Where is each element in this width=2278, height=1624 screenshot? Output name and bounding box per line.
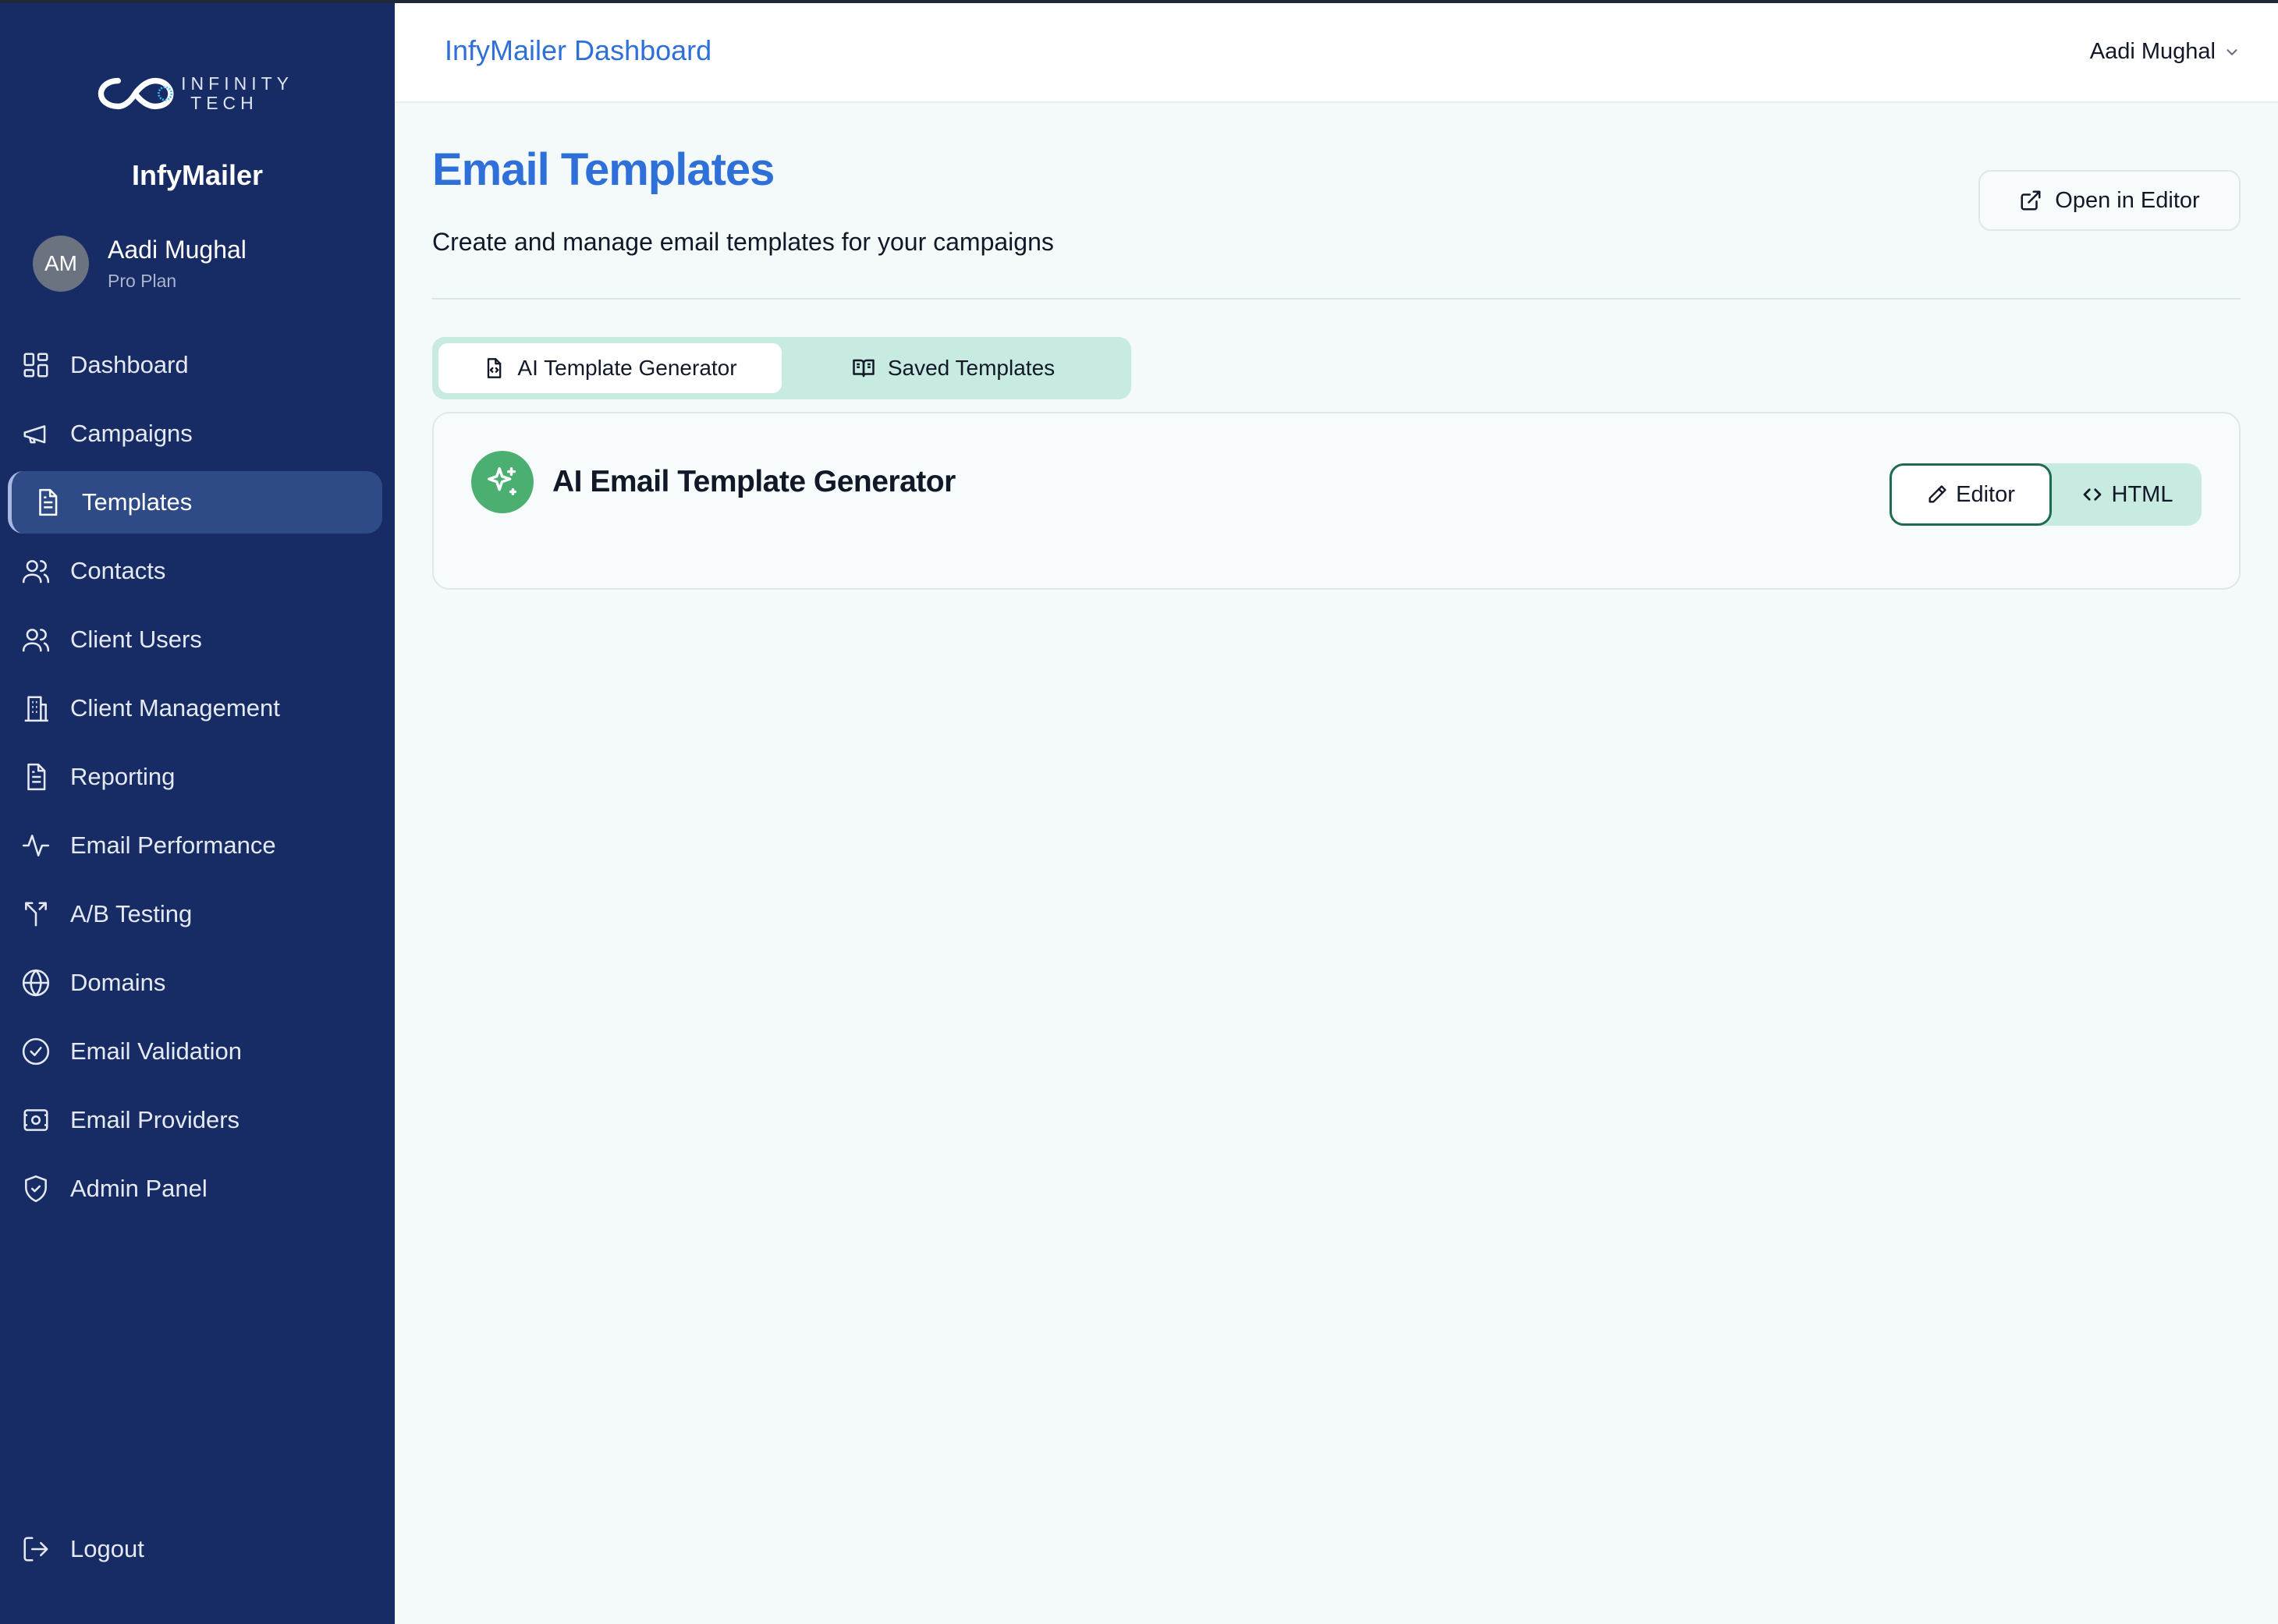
logo-text: INFINITY TECH	[181, 75, 293, 112]
activity-icon	[20, 830, 51, 861]
code-icon	[2083, 488, 2101, 501]
html-mode-button[interactable]: HTML	[2052, 463, 2202, 526]
section-divider	[432, 298, 2241, 300]
document-icon	[32, 487, 63, 518]
tab-saved-templates[interactable]: Saved Templates	[782, 343, 1125, 393]
sidebar-item-label: Dashboard	[70, 351, 189, 378]
editor-mode-label: Editor	[1956, 481, 2015, 507]
sidebar-nav: Dashboard Campaigns Templates Contacts C…	[0, 334, 395, 1226]
sidebar-item-label: Reporting	[70, 763, 176, 790]
sidebar-item-label: A/B Testing	[70, 900, 193, 927]
brand-logo[interactable]: INFINITY TECH	[97, 70, 293, 117]
file-code-icon	[488, 358, 502, 378]
sidebar-item-label: Contacts	[70, 557, 166, 584]
sidebar-item-reporting[interactable]: Reporting	[0, 746, 395, 808]
sidebar-item-label: Campaigns	[70, 420, 193, 447]
megaphone-icon	[20, 418, 51, 449]
tab-label: Saved Templates	[887, 356, 1056, 380]
sidebar-item-label: Email Validation	[70, 1037, 242, 1065]
header-user-name: Aadi Mughal	[2089, 39, 2216, 64]
logout-icon	[20, 1534, 51, 1565]
sidebar-item-label: Email Performance	[70, 832, 276, 859]
chevron-down-icon	[2227, 48, 2237, 55]
sidebar: INFINITY TECH InfyMailer AM Aadi Mughal …	[0, 3, 395, 1624]
ai-generator-card: AI Email Template Generator Editor HTML	[432, 412, 2241, 590]
dashboard-grid-icon	[20, 349, 51, 381]
check-circle-icon	[20, 1036, 51, 1067]
user-menu-button[interactable]: Aadi Mughal	[2090, 39, 2241, 65]
sidebar-item-dashboard[interactable]: Dashboard	[0, 334, 395, 396]
header-title[interactable]: InfyMailer Dashboard	[445, 34, 711, 67]
users-icon	[20, 555, 51, 587]
template-tabs: AI Template Generator Saved Templates	[432, 337, 1131, 399]
card-title: AI Email Template Generator	[552, 465, 956, 498]
sparkles-icon	[471, 451, 534, 513]
avatar: AM	[33, 236, 89, 292]
globe-icon	[20, 967, 51, 998]
pencil-icon	[1928, 485, 1946, 503]
tab-label: AI Template Generator	[517, 356, 737, 380]
sidebar-item-label: Client Users	[70, 626, 202, 653]
sidebar-item-templates[interactable]: Templates	[8, 471, 382, 534]
sidebar-item-client-users[interactable]: Client Users	[0, 608, 395, 671]
sidebar-item-domains[interactable]: Domains	[0, 952, 395, 1014]
external-link-icon	[2021, 190, 2041, 211]
sidebar-item-label: Client Management	[70, 694, 280, 722]
app-name: InfyMailer	[131, 159, 264, 191]
server-cog-icon	[20, 1105, 51, 1136]
editor-mode-toggle: Editor HTML	[1889, 463, 2202, 526]
user-plan: Pro Plan	[108, 271, 177, 291]
sidebar-item-campaigns[interactable]: Campaigns	[0, 402, 395, 465]
sidebar-item-ab-testing[interactable]: A/B Testing	[0, 883, 395, 945]
top-header: InfyMailer Dashboard Aadi Mughal	[395, 3, 2278, 103]
sidebar-item-email-validation[interactable]: Email Validation	[0, 1020, 395, 1083]
html-mode-label: HTML	[2111, 481, 2173, 507]
sidebar-item-email-performance[interactable]: Email Performance	[0, 814, 395, 877]
sidebar-item-label: Admin Panel	[70, 1175, 208, 1202]
editor-mode-button[interactable]: Editor	[1889, 463, 2052, 526]
split-icon	[20, 899, 51, 930]
sidebar-item-email-providers[interactable]: Email Providers	[0, 1089, 395, 1151]
sidebar-user-profile[interactable]: AM Aadi Mughal Pro Plan	[33, 236, 247, 292]
shield-check-icon	[20, 1173, 51, 1204]
book-open-icon	[853, 359, 875, 378]
building-icon	[20, 693, 51, 724]
logo-line2: TECH	[190, 93, 258, 113]
open-in-editor-button[interactable]: Open in Editor	[1978, 170, 2241, 231]
logout-label: Logout	[70, 1535, 144, 1562]
sidebar-item-client-management[interactable]: Client Management	[0, 677, 395, 739]
logo-line1: INFINITY	[181, 73, 293, 94]
user-name: Aadi Mughal	[108, 236, 247, 264]
tab-ai-template-generator[interactable]: AI Template Generator	[438, 343, 782, 393]
sidebar-item-admin-panel[interactable]: Admin Panel	[0, 1158, 395, 1220]
sidebar-item-contacts[interactable]: Contacts	[0, 540, 395, 602]
infinity-logo-icon	[98, 77, 174, 110]
page-title: Email Templates	[432, 144, 775, 195]
open-in-editor-label: Open in Editor	[2055, 187, 2200, 213]
report-document-icon	[20, 761, 51, 792]
logout-button[interactable]: Logout	[20, 1534, 144, 1565]
sidebar-item-label: Domains	[70, 969, 166, 996]
sidebar-item-label: Templates	[82, 488, 193, 516]
sidebar-item-label: Email Providers	[70, 1106, 240, 1133]
page-subtitle: Create and manage email templates for yo…	[432, 228, 1054, 256]
users-icon	[20, 624, 51, 655]
